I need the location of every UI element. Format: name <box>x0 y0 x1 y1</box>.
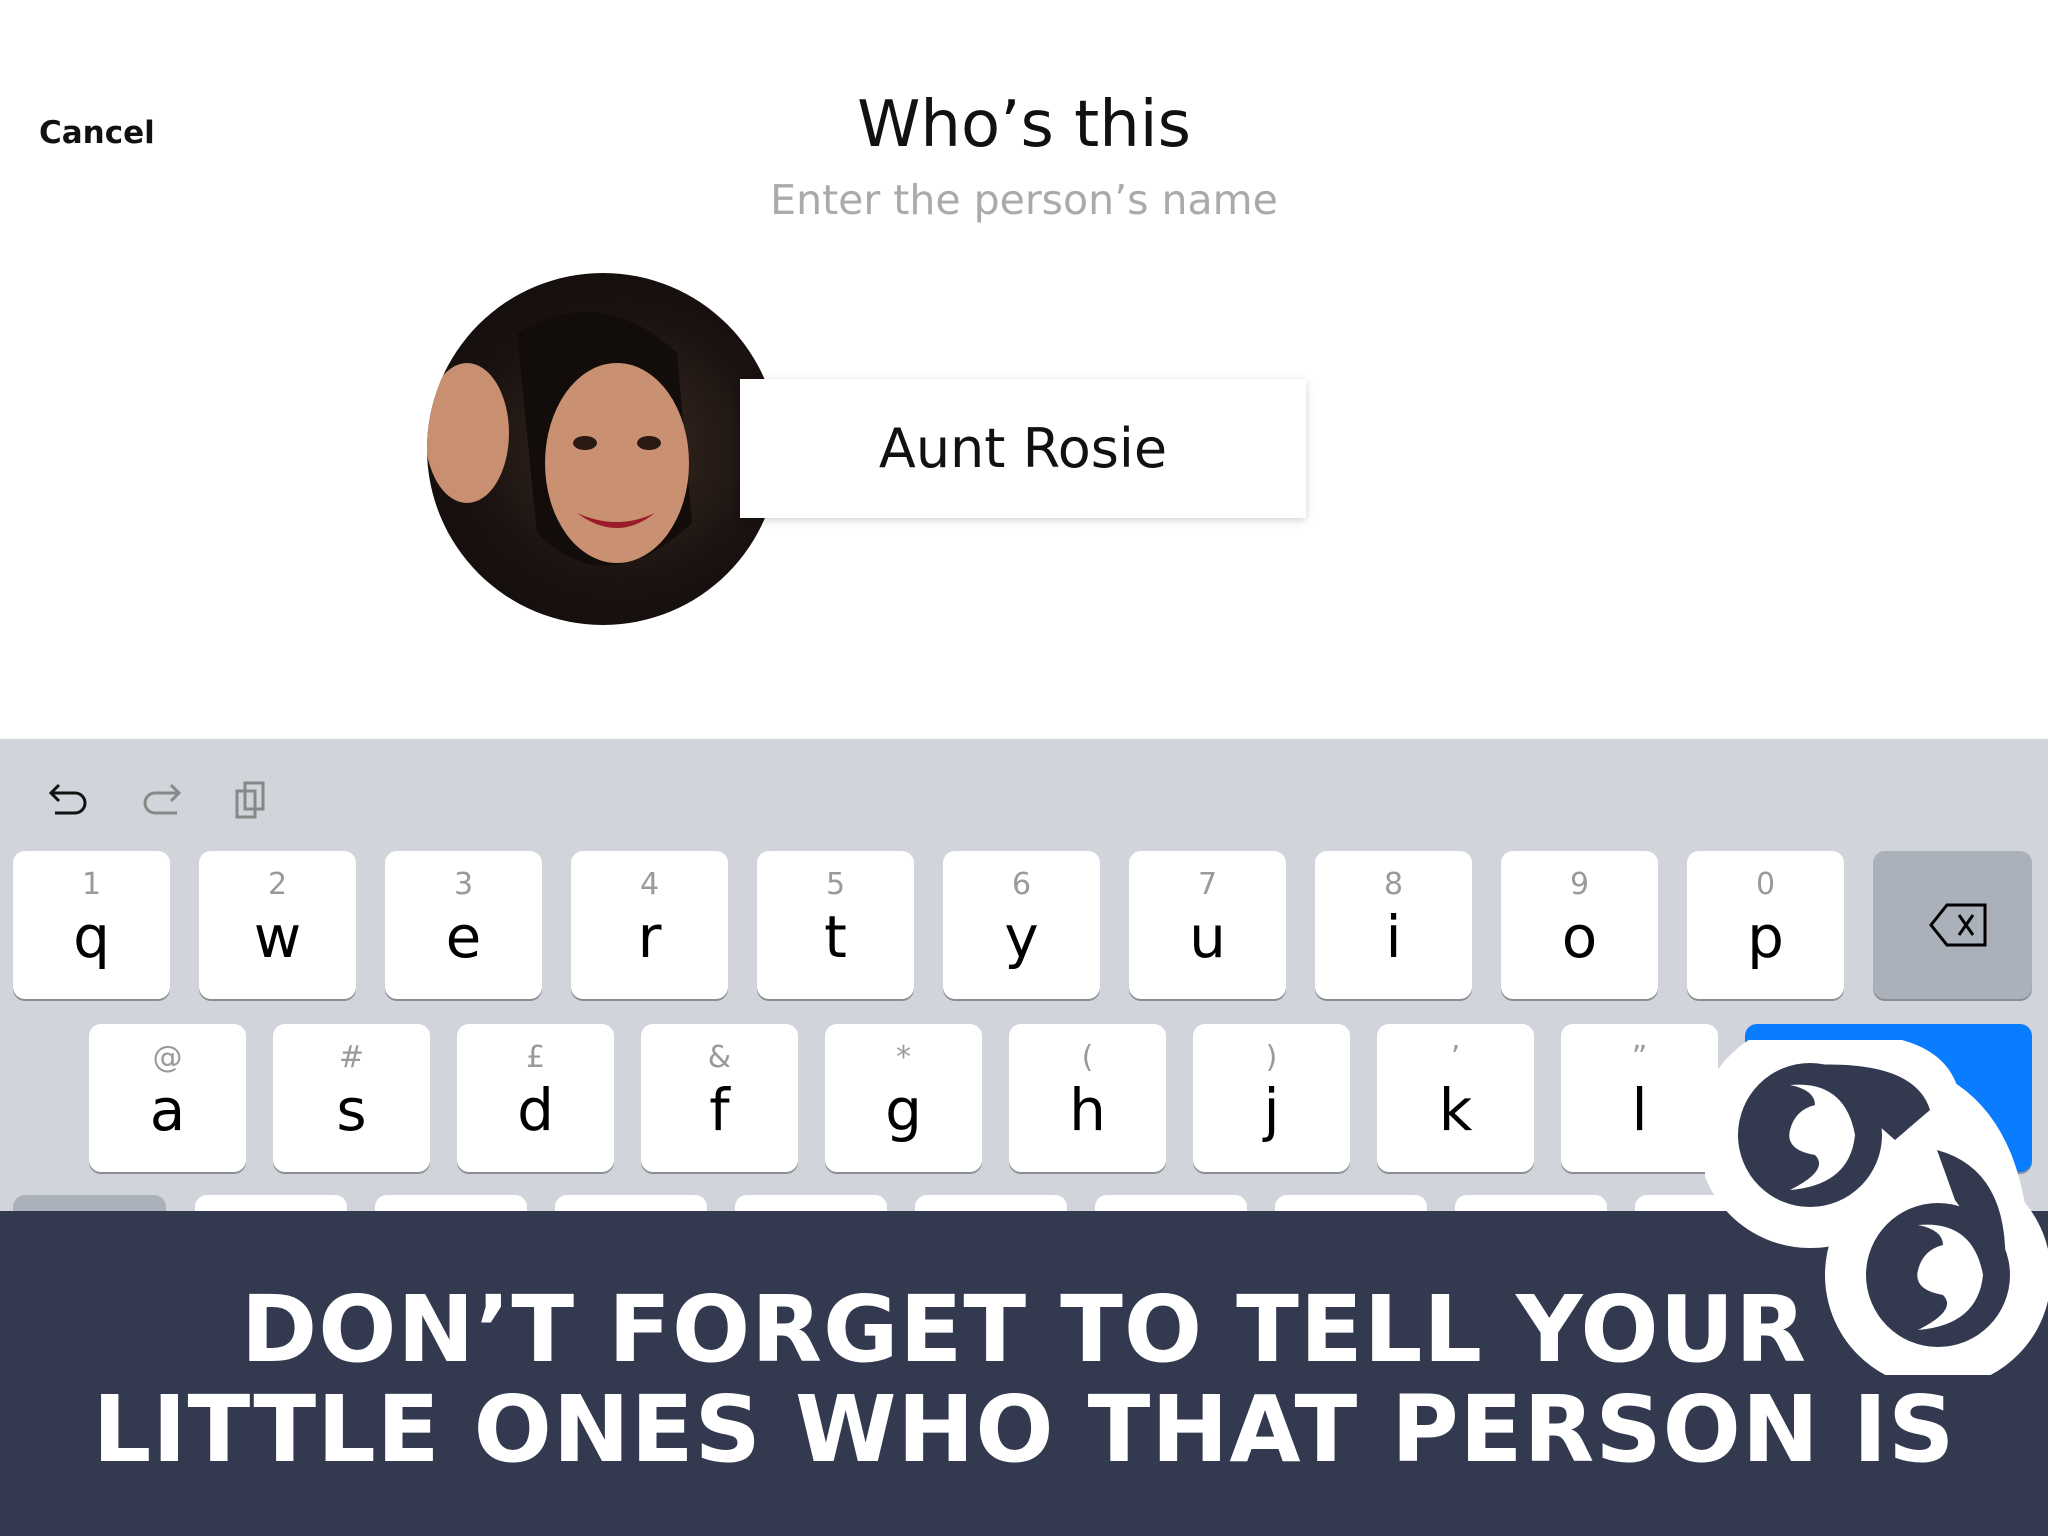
key-q[interactable]: 1q <box>13 851 170 999</box>
key-alt-label: * <box>896 1040 911 1075</box>
key-g[interactable]: * g <box>825 1024 982 1172</box>
key-u[interactable]: 7u <box>1129 851 1286 999</box>
key-alt-label: 1 <box>81 867 102 902</box>
key-alt-label: 4 <box>639 867 660 902</box>
key-l[interactable]: ” l <box>1561 1024 1718 1172</box>
backspace-icon <box>1929 903 1987 947</box>
key-y[interactable]: 6y <box>943 851 1100 999</box>
key-k[interactable]: ’ k <box>1377 1024 1534 1172</box>
key-label: u <box>1189 903 1226 971</box>
name-field-container <box>740 379 1306 518</box>
key-h[interactable]: (h <box>1009 1024 1166 1172</box>
page-subtitle: Enter the person’s name <box>770 176 1278 224</box>
key-alt-label: 3 <box>453 867 474 902</box>
key-label: r <box>637 903 662 971</box>
key-alt-label: 8 <box>1383 867 1404 902</box>
banner-line-2: LITTLE ONES WHO THAT PERSON IS <box>92 1376 1956 1483</box>
key-alt-label: 0 <box>1755 867 1776 902</box>
key-label: i <box>1385 903 1402 971</box>
key-label: t <box>824 903 847 971</box>
redo-icon[interactable] <box>137 775 185 823</box>
key-label: g <box>885 1076 922 1144</box>
key-p[interactable]: 0p <box>1687 851 1844 999</box>
key-alt-label: 2 <box>267 867 288 902</box>
name-input[interactable] <box>740 417 1306 480</box>
key-label: e <box>445 903 482 971</box>
paste-icon[interactable] <box>229 775 277 823</box>
key-label: p <box>1747 903 1784 971</box>
key-i[interactable]: 8i <box>1315 851 1472 999</box>
key-r[interactable]: 4r <box>571 851 728 999</box>
key-alt-label: ” <box>1631 1040 1648 1075</box>
key-e[interactable]: 3e <box>385 851 542 999</box>
key-label: l <box>1631 1076 1648 1144</box>
key-label: y <box>1004 903 1039 971</box>
key-w[interactable]: 2w <box>199 851 356 999</box>
backspace-key[interactable] <box>1873 851 2032 999</box>
key-f[interactable]: & f <box>641 1024 798 1172</box>
key-d[interactable]: £ d <box>457 1024 614 1172</box>
key-alt-label: 6 <box>1011 867 1032 902</box>
key-s[interactable]: # s <box>273 1024 430 1172</box>
key-alt-label: 9 <box>1569 867 1590 902</box>
key-alt-label: 7 <box>1197 867 1218 902</box>
key-label: h <box>1069 1076 1106 1144</box>
key-label: q <box>73 903 110 971</box>
key-alt-label: £ <box>525 1040 546 1075</box>
key-o[interactable]: 9o <box>1501 851 1658 999</box>
key-label: j <box>1263 1076 1280 1144</box>
key-label: a <box>149 1076 186 1144</box>
key-alt-label: ) <box>1265 1040 1278 1075</box>
app-logo-icon <box>1705 1040 2048 1375</box>
key-label: d <box>517 1076 554 1144</box>
undo-icon[interactable] <box>45 775 93 823</box>
key-label: f <box>709 1076 730 1144</box>
key-alt-label: & <box>707 1040 732 1075</box>
key-t[interactable]: 5t <box>757 851 914 999</box>
key-alt-label: 5 <box>825 867 846 902</box>
person-photo <box>427 273 779 625</box>
key-alt-label: # <box>338 1040 365 1075</box>
key-label: k <box>1438 1076 1473 1144</box>
key-label: o <box>1561 903 1598 971</box>
key-label: s <box>336 1076 367 1144</box>
key-label: w <box>253 903 302 971</box>
page-title: Who’s this <box>857 88 1191 162</box>
key-j[interactable]: ) j <box>1193 1024 1350 1172</box>
key-alt-label: ( <box>1081 1040 1094 1075</box>
key-alt-label: ’ <box>1450 1040 1461 1075</box>
key-a[interactable]: @ a <box>89 1024 246 1172</box>
key-alt-label: @ <box>152 1040 183 1075</box>
